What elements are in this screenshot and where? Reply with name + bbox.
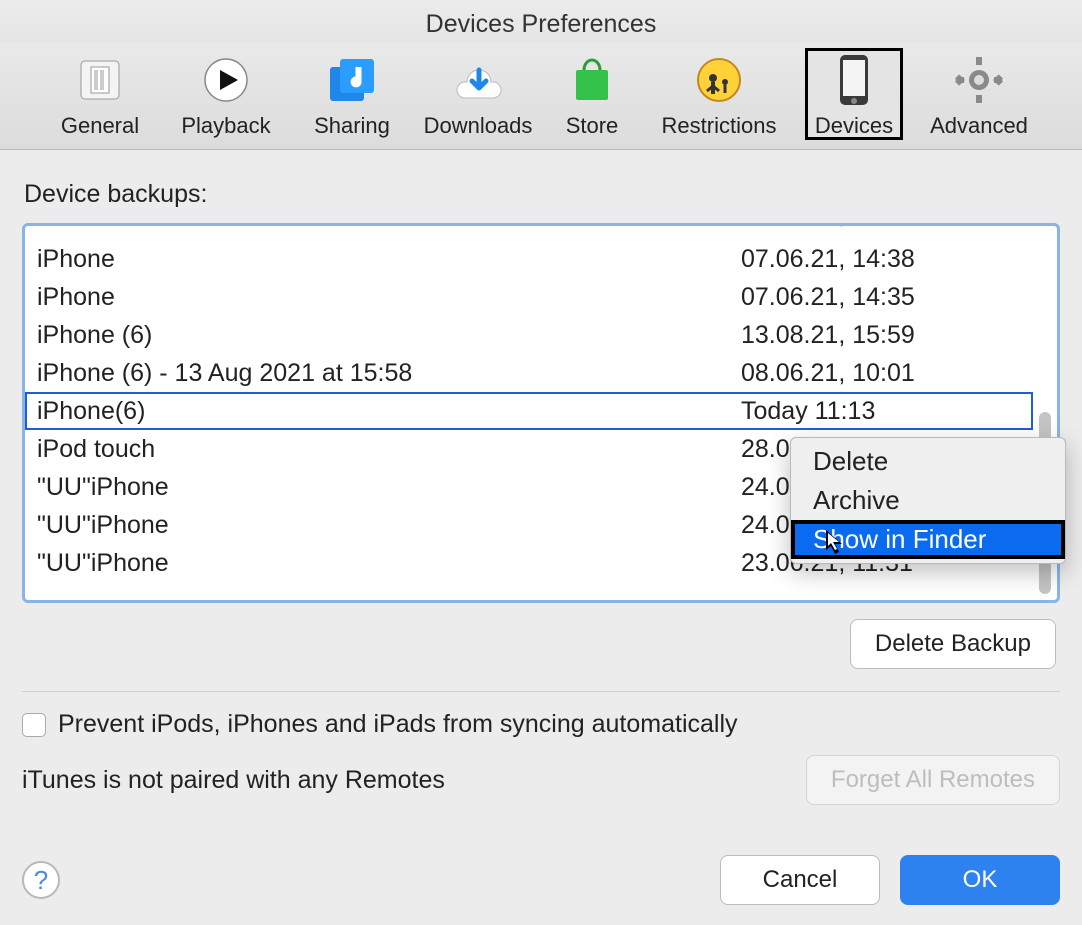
backup-date: 05.07.21, 10:01 [741, 226, 1021, 230]
restrictions-icon [690, 51, 748, 109]
backup-date: 13.08.21, 15:59 [741, 321, 1021, 350]
prevent-sync-checkbox[interactable] [22, 713, 46, 737]
window-title: Devices Preferences [0, 0, 1082, 43]
download-icon [449, 51, 507, 109]
backup-date: 08.06.21, 10:01 [741, 359, 1021, 388]
backup-name: iPod touch [37, 435, 741, 464]
list-item[interactable]: iPhone 07.06.21, 14:38 [25, 240, 1033, 278]
section-label: Device backups: [24, 180, 1060, 209]
tab-devices[interactable]: Devices [806, 49, 902, 139]
prevent-sync-row: Prevent iPods, iPhones and iPads from sy… [22, 710, 1060, 739]
tab-restrictions[interactable]: Restrictions [654, 49, 784, 139]
general-icon [71, 51, 129, 109]
backup-date: 07.06.21, 14:38 [741, 245, 1021, 274]
backup-name: "UU"iPhone [37, 549, 741, 578]
tab-store[interactable]: Store [552, 49, 632, 139]
backup-name: iPhone (6) [37, 321, 741, 350]
tab-downloads[interactable]: Downloads [426, 49, 530, 139]
tab-label: Advanced [930, 113, 1028, 139]
toolbar: General Playback Sharing Downloads Store… [0, 43, 1082, 150]
tab-label: Devices [815, 113, 893, 139]
footer: ? Cancel OK [0, 855, 1082, 925]
tab-label: Store [566, 113, 619, 139]
help-button[interactable]: ? [22, 861, 60, 899]
tab-label: Sharing [314, 113, 390, 139]
tab-playback[interactable]: Playback [174, 49, 278, 139]
backup-date: 07.06.21, 14:35 [741, 283, 1021, 312]
list-item[interactable]: iPhone (6) 13.08.21, 15:59 [25, 316, 1033, 354]
list-item[interactable]: iPhone 05.07.21, 10:01 [25, 226, 1033, 240]
tab-general[interactable]: General [48, 49, 152, 139]
tab-label: General [61, 113, 139, 139]
cancel-button[interactable]: Cancel [720, 855, 880, 905]
list-item-selected[interactable]: iPhone(6) Today 11:13 [25, 392, 1033, 430]
backup-name: iPhone [37, 226, 741, 230]
play-icon [197, 51, 255, 109]
tab-label: Downloads [424, 113, 533, 139]
delete-backup-button[interactable]: Delete Backup [850, 619, 1056, 669]
menu-delete[interactable]: Delete [791, 442, 1065, 481]
device-icon [825, 51, 883, 109]
divider [22, 691, 1060, 692]
prevent-sync-label: Prevent iPods, iPhones and iPads from sy… [58, 710, 738, 739]
list-item[interactable]: iPhone (6) - 13 Aug 2021 at 15:58 08.06.… [25, 354, 1033, 392]
list-item[interactable]: iPhone 07.06.21, 14:35 [25, 278, 1033, 316]
store-icon [563, 51, 621, 109]
backup-name: iPhone [37, 283, 741, 312]
tab-sharing[interactable]: Sharing [300, 49, 404, 139]
remotes-status: iTunes is not paired with any Remotes [22, 766, 445, 795]
backup-name: iPhone(6) [37, 397, 741, 426]
forget-remotes-button: Forget All Remotes [806, 755, 1060, 805]
backup-name: iPhone [37, 245, 741, 274]
gear-icon [950, 51, 1008, 109]
ok-button[interactable]: OK [900, 855, 1060, 905]
tab-label: Playback [181, 113, 270, 139]
tab-label: Restrictions [662, 113, 777, 139]
backup-name: "UU"iPhone [37, 473, 741, 502]
backup-name: "UU"iPhone [37, 511, 741, 540]
backup-date: Today 11:13 [741, 397, 1021, 426]
sharing-icon [323, 51, 381, 109]
tab-advanced[interactable]: Advanced [924, 49, 1034, 139]
backup-name: iPhone (6) - 13 Aug 2021 at 15:58 [37, 359, 741, 388]
cursor-icon [826, 530, 846, 556]
menu-archive[interactable]: Archive [791, 481, 1065, 520]
